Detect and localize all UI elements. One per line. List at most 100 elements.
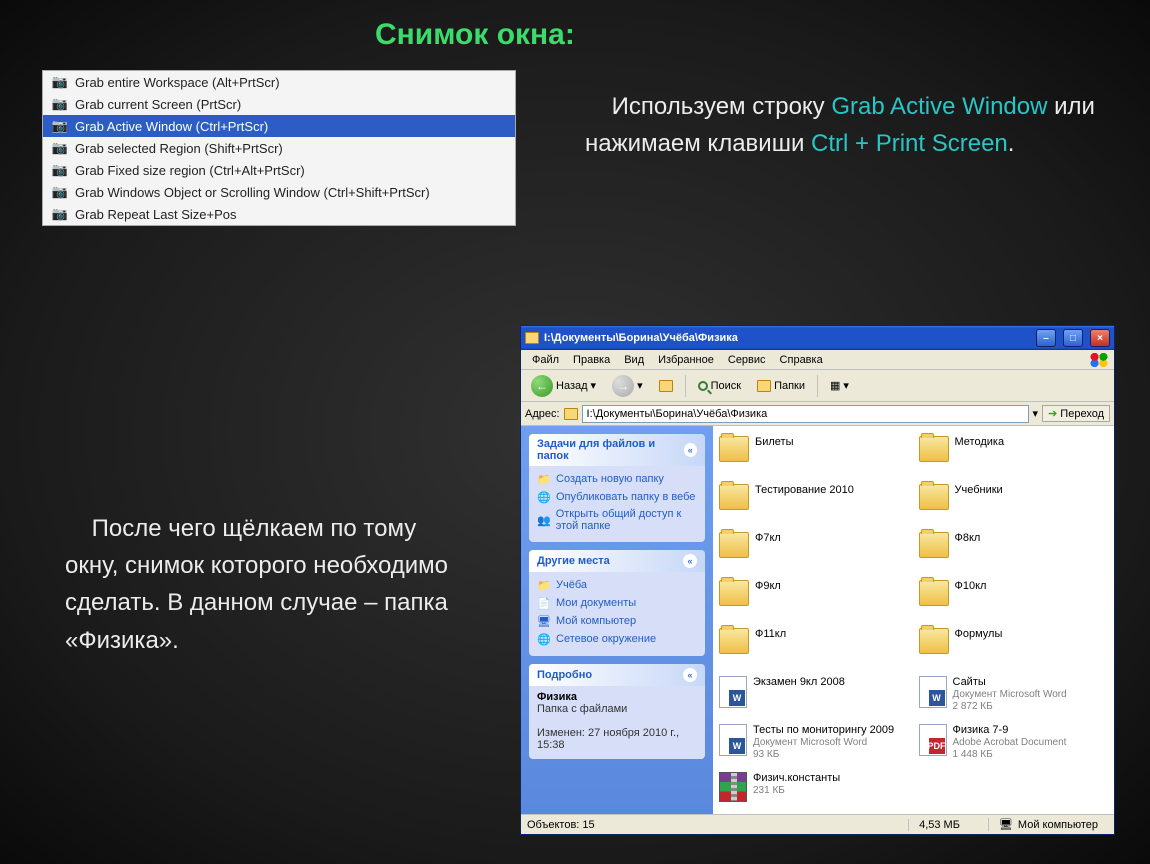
menu-Избранное[interactable]: Избранное <box>651 354 721 366</box>
menu-Файл[interactable]: Файл <box>525 354 566 366</box>
chevron-down-icon: ▾ <box>591 379 597 392</box>
folder-icon <box>919 580 949 606</box>
details-changed-label: Изменен: <box>537 727 585 739</box>
arrow-left-icon: ← <box>531 375 553 397</box>
grab-menu-item[interactable]: 📷Grab Active Window (Ctrl+PrtScr) <box>43 115 515 137</box>
file-item[interactable]: Формулы <box>919 628 1109 672</box>
camera-icon: 📷 <box>51 96 69 112</box>
file-item[interactable]: Ф7кл <box>719 532 909 576</box>
file-name: Физика 7-9 <box>953 724 1067 737</box>
views-button[interactable]: ▦ ▾ <box>824 376 855 395</box>
tasks-header[interactable]: Задачи для файлов и папок « <box>529 434 705 466</box>
grab-menu: 📷Grab entire Workspace (Alt+PrtScr)📷Grab… <box>42 70 516 226</box>
folder-icon <box>919 484 949 510</box>
task-link[interactable]: 📁Создать новую папку <box>537 470 697 488</box>
go-button[interactable]: ➔ Переход <box>1042 405 1110 422</box>
windows-flag-icon <box>1088 352 1110 368</box>
details-panel: Подробно « Физика Папка с файлами Измене… <box>529 664 705 759</box>
file-item[interactable]: Тестирование 2010 <box>719 484 909 528</box>
titlebar[interactable]: I:\Документы\Борина\Учёба\Физика – □ × <box>521 326 1114 350</box>
tasks-panel: Задачи для файлов и папок « 📁Создать нов… <box>529 434 705 542</box>
task-link[interactable]: 🌐Опубликовать папку в вебе <box>537 488 697 506</box>
search-button[interactable]: Поиск <box>692 377 747 395</box>
menu-Правка[interactable]: Правка <box>566 354 617 366</box>
grab-menu-item[interactable]: 📷Grab selected Region (Shift+PrtScr) <box>43 137 515 159</box>
maximize-button[interactable]: □ <box>1063 329 1083 347</box>
file-item[interactable]: Ф10кл <box>919 580 1109 624</box>
place-link[interactable]: 📁Учёба <box>537 576 697 594</box>
highlight-shortcut: Ctrl + Print Screen <box>811 130 1008 157</box>
grab-item-label: Grab Active Window (Ctrl+PrtScr) <box>75 119 268 134</box>
grab-menu-item[interactable]: 📷Grab Windows Object or Scrolling Window… <box>43 181 515 203</box>
folders-button[interactable]: Папки <box>751 377 811 395</box>
file-item[interactable]: WЭкзамен 9кл 2008 <box>719 676 909 720</box>
close-button[interactable]: × <box>1090 329 1110 347</box>
task-icon: 👥 <box>537 513 551 527</box>
file-item[interactable]: Учебники <box>919 484 1109 528</box>
chevron-down-icon: ▾ <box>843 379 849 392</box>
grab-menu-item[interactable]: 📷Grab current Screen (PrtScr) <box>43 93 515 115</box>
camera-icon: 📷 <box>51 184 69 200</box>
place-icon: 📄 <box>537 596 551 610</box>
file-item[interactable]: WСайтыДокумент Microsoft Word2 872 КБ <box>919 676 1109 720</box>
back-button[interactable]: ← Назад ▾ <box>525 372 602 400</box>
text: Используем строку <box>612 93 832 120</box>
file-item[interactable]: Ф8кл <box>919 532 1109 576</box>
menu-Сервис[interactable]: Сервис <box>721 354 773 366</box>
menubar: ФайлПравкаВидИзбранноеСервисСправка <box>521 350 1114 370</box>
details-title: Подробно <box>537 669 592 681</box>
forward-button[interactable]: → ▾ <box>606 372 649 400</box>
minimize-button[interactable]: – <box>1036 329 1056 347</box>
details-name: Физика <box>537 691 577 703</box>
place-label: Мои документы <box>556 597 636 609</box>
slide-title: Снимок окна: <box>0 0 1150 52</box>
file-meta: Документ Microsoft Word2 872 КБ <box>953 689 1067 713</box>
address-label: Адрес: <box>525 408 560 420</box>
up-button[interactable] <box>653 377 679 395</box>
place-link[interactable]: 🌐Сетевое окружение <box>537 630 697 648</box>
file-item[interactable]: Методика <box>919 436 1109 480</box>
file-name: Билеты <box>755 436 793 449</box>
folder-icon <box>719 532 749 558</box>
file-item[interactable]: WТесты по мониторингу 2009Документ Micro… <box>719 724 909 768</box>
file-item[interactable]: Ф11кл <box>719 628 909 672</box>
paragraph-right: Используем строку Grab Active Window или… <box>585 88 1095 162</box>
place-label: Учёба <box>556 579 587 591</box>
arrow-right-icon: → <box>612 375 634 397</box>
place-link[interactable]: 📄 Мои документы <box>537 594 697 612</box>
sidebar: Задачи для файлов и папок « 📁Создать нов… <box>521 426 713 814</box>
address-input[interactable] <box>582 405 1029 423</box>
place-link[interactable]: 🖥Мой компьютер <box>537 612 697 630</box>
place-label: Сетевое окружение <box>556 633 656 645</box>
details-kind: Папка с файлами <box>537 703 627 715</box>
chevron-down-icon[interactable]: ▾ <box>1033 407 1039 420</box>
menu-Справка[interactable]: Справка <box>773 354 830 366</box>
menu-Вид[interactable]: Вид <box>617 354 651 366</box>
go-arrow-icon: ➔ <box>1048 407 1057 420</box>
back-label: Назад <box>556 380 588 392</box>
folders-icon <box>757 380 771 392</box>
grab-menu-item[interactable]: 📷Grab entire Workspace (Alt+PrtScr) <box>43 71 515 93</box>
file-item[interactable]: Билеты <box>719 436 909 480</box>
file-meta: Adobe Acrobat Document1 448 КБ <box>953 737 1067 761</box>
objects-label: Объектов: <box>527 819 579 831</box>
file-item[interactable]: PDFФизика 7-9Adobe Acrobat Document1 448… <box>919 724 1109 768</box>
files-pane[interactable]: БилетыМетодикаТестирование 2010УчебникиФ… <box>713 426 1114 814</box>
task-link[interactable]: 👥Открыть общий доступ к этой папке <box>537 506 697 534</box>
places-header[interactable]: Другие места « <box>529 550 705 572</box>
word-doc-icon: W <box>719 676 747 708</box>
folder-icon <box>719 484 749 510</box>
folder-up-icon <box>659 380 673 392</box>
file-item[interactable]: Физич.константы231 КБ <box>719 772 909 814</box>
word-doc-icon: W <box>719 724 747 756</box>
total-size: 4,53 МБ <box>908 819 970 831</box>
text: После чего щёлкаем по тому окну, снимок … <box>65 515 448 654</box>
folder-icon <box>719 628 749 654</box>
file-item[interactable]: Ф9кл <box>719 580 909 624</box>
folder-icon <box>919 436 949 462</box>
camera-icon: 📷 <box>51 74 69 90</box>
details-header[interactable]: Подробно « <box>529 664 705 686</box>
grab-menu-item[interactable]: 📷Grab Repeat Last Size+Pos <box>43 203 515 225</box>
tasks-title: Задачи для файлов и папок <box>537 438 684 462</box>
grab-menu-item[interactable]: 📷Grab Fixed size region (Ctrl+Alt+PrtScr… <box>43 159 515 181</box>
